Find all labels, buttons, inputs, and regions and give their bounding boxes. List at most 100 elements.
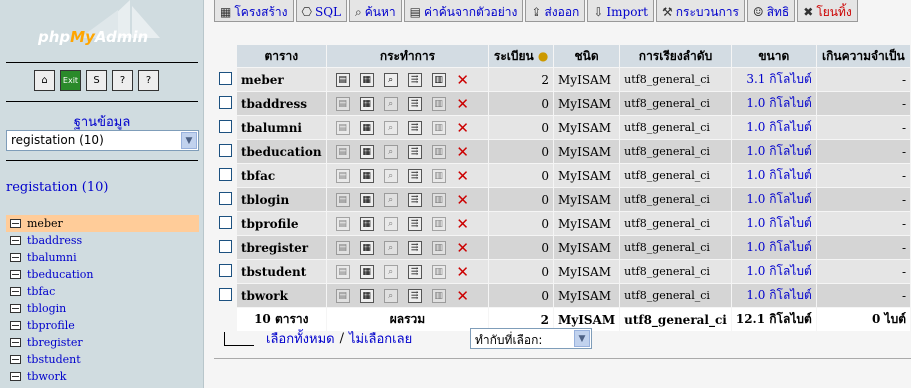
empty-icon[interactable]: ▥ [431, 168, 446, 183]
browse-icon[interactable]: ▤ [335, 96, 350, 111]
row-size[interactable]: 1.0 กิโลไบต์ [731, 236, 816, 259]
row-checkbox[interactable] [219, 71, 232, 85]
table-icon[interactable] [10, 321, 21, 330]
empty-icon[interactable]: ▥ [431, 288, 446, 303]
insert-icon[interactable]: ⇶ [407, 96, 422, 111]
table-name[interactable]: meber [237, 68, 326, 91]
table-name[interactable]: tbregister [237, 236, 326, 259]
table-name[interactable]: tbfac [237, 164, 326, 187]
structure-icon[interactable]: ▦ [359, 240, 374, 255]
table-icon[interactable] [10, 219, 21, 228]
row-size[interactable]: 1.0 กิโลไบต์ [731, 92, 816, 115]
drop-icon[interactable]: ✕ [456, 72, 470, 87]
row-checkbox[interactable] [219, 143, 232, 157]
tab-import[interactable]: ⇩ Import [587, 0, 654, 22]
structure-icon[interactable]: ▦ [359, 264, 374, 279]
browse-icon[interactable]: ▤ [335, 216, 350, 231]
drop-icon[interactable]: ✕ [456, 144, 470, 159]
row-size[interactable]: 3.1 กิโลไบต์ [731, 68, 816, 91]
drop-icon[interactable]: ✕ [456, 240, 470, 255]
structure-icon[interactable]: ▦ [359, 288, 374, 303]
tab-sql[interactable]: ⎔ SQL [295, 0, 348, 22]
browse-icon[interactable]: ▤ [335, 72, 350, 87]
table-icon[interactable] [10, 338, 21, 347]
structure-icon[interactable]: ▦ [359, 168, 374, 183]
drop-icon[interactable]: ✕ [456, 216, 470, 231]
database-title[interactable]: registation (10) [6, 180, 108, 195]
table-icon[interactable] [10, 253, 21, 262]
row-checkbox[interactable] [219, 167, 232, 181]
database-select[interactable]: registation (10) ▼ [6, 130, 199, 151]
sidebar-item-tbfac[interactable]: tbfac [6, 283, 199, 300]
row-checkbox[interactable] [219, 191, 232, 205]
row-size[interactable]: 1.0 กิโลไบต์ [731, 116, 816, 139]
browse-icon[interactable]: ▤ [335, 192, 350, 207]
phpmyadmin-logo[interactable]: phpMyAdmin [0, 0, 204, 62]
sidebar-item-tbstudent[interactable]: tbstudent [6, 351, 199, 368]
table-name[interactable]: tbaddress [237, 92, 326, 115]
check-all-link[interactable]: เลือกทั้งหมด [266, 328, 335, 349]
tab-structure[interactable]: ▦ โครงสร้าง [214, 0, 294, 22]
table-icon[interactable] [10, 287, 21, 296]
drop-icon[interactable]: ✕ [456, 96, 470, 111]
structure-icon[interactable]: ▦ [359, 192, 374, 207]
insert-icon[interactable]: ⇶ [407, 192, 422, 207]
empty-icon[interactable]: ▥ [431, 216, 446, 231]
table-icon[interactable] [10, 270, 21, 279]
tab-operations[interactable]: ⚒ กระบวนการ [655, 0, 745, 22]
chevron-down-icon[interactable]: ▼ [181, 132, 197, 149]
table-icon[interactable] [10, 304, 21, 313]
help-icon[interactable]: ? [112, 70, 133, 91]
insert-icon[interactable]: ⇶ [407, 288, 422, 303]
drop-icon[interactable]: ✕ [456, 288, 470, 303]
empty-icon[interactable]: ▥ [431, 192, 446, 207]
structure-icon[interactable]: ▦ [359, 72, 374, 87]
search-icon[interactable]: ⌕ [383, 96, 398, 111]
row-checkbox[interactable] [219, 119, 232, 133]
empty-icon[interactable]: ▥ [431, 144, 446, 159]
table-icon[interactable] [10, 236, 21, 245]
row-size[interactable]: 1.0 กิโลไบต์ [731, 284, 816, 307]
row-checkbox[interactable] [219, 215, 232, 229]
table-icon[interactable] [10, 355, 21, 364]
browse-icon[interactable]: ▤ [335, 264, 350, 279]
drop-icon[interactable]: ✕ [456, 264, 470, 279]
row-checkbox[interactable] [219, 239, 232, 253]
table-name[interactable]: tbprofile [237, 212, 326, 235]
browse-icon[interactable]: ▤ [335, 168, 350, 183]
browse-icon[interactable]: ▤ [335, 120, 350, 135]
insert-icon[interactable]: ⇶ [407, 144, 422, 159]
sidebar-item-meber[interactable]: meber [6, 215, 199, 232]
browse-icon[interactable]: ▤ [335, 288, 350, 303]
table-name[interactable]: tbstudent [237, 260, 326, 283]
with-selected-select[interactable]: ทำกับที่เลือก: ▼ [470, 328, 592, 349]
drop-icon[interactable]: ✕ [456, 192, 470, 207]
table-name[interactable]: tbwork [237, 284, 326, 307]
table-name[interactable]: tbalumni [237, 116, 326, 139]
insert-icon[interactable]: ⇶ [407, 240, 422, 255]
tab-drop[interactable]: ✖ โยนทิ้ง [797, 0, 858, 22]
empty-icon[interactable]: ▥ [431, 240, 446, 255]
row-size[interactable]: 1.0 กิโลไบต์ [731, 140, 816, 163]
structure-icon[interactable]: ▦ [359, 120, 374, 135]
empty-icon[interactable]: ▥ [431, 96, 446, 111]
docs-icon[interactable]: ? [138, 70, 159, 91]
tab-search[interactable]: ⌕ ค้นหา [349, 0, 402, 22]
row-checkbox[interactable] [219, 95, 232, 109]
search-icon[interactable]: ⌕ [383, 144, 398, 159]
insert-icon[interactable]: ⇶ [407, 120, 422, 135]
chevron-down-icon[interactable]: ▼ [574, 330, 590, 347]
row-size[interactable]: 1.0 กิโลไบต์ [731, 260, 816, 283]
empty-icon[interactable]: ▥ [431, 120, 446, 135]
sidebar-item-tbalumni[interactable]: tbalumni [6, 249, 199, 266]
sidebar-item-tbeducation[interactable]: tbeducation [6, 266, 199, 283]
sidebar-item-tbwork[interactable]: tbwork [6, 368, 199, 385]
sidebar-item-tblogin[interactable]: tblogin [6, 300, 199, 317]
sidebar-item-tbaddress[interactable]: tbaddress [6, 232, 199, 249]
uncheck-all-link[interactable]: ไม่เลือกเลย [349, 328, 412, 349]
table-name[interactable]: tblogin [237, 188, 326, 211]
search-icon[interactable]: ⌕ [383, 216, 398, 231]
tab-privileges[interactable]: ☺ สิทธิ [746, 0, 796, 22]
insert-icon[interactable]: ⇶ [407, 168, 422, 183]
sql-icon[interactable]: S [86, 70, 107, 91]
